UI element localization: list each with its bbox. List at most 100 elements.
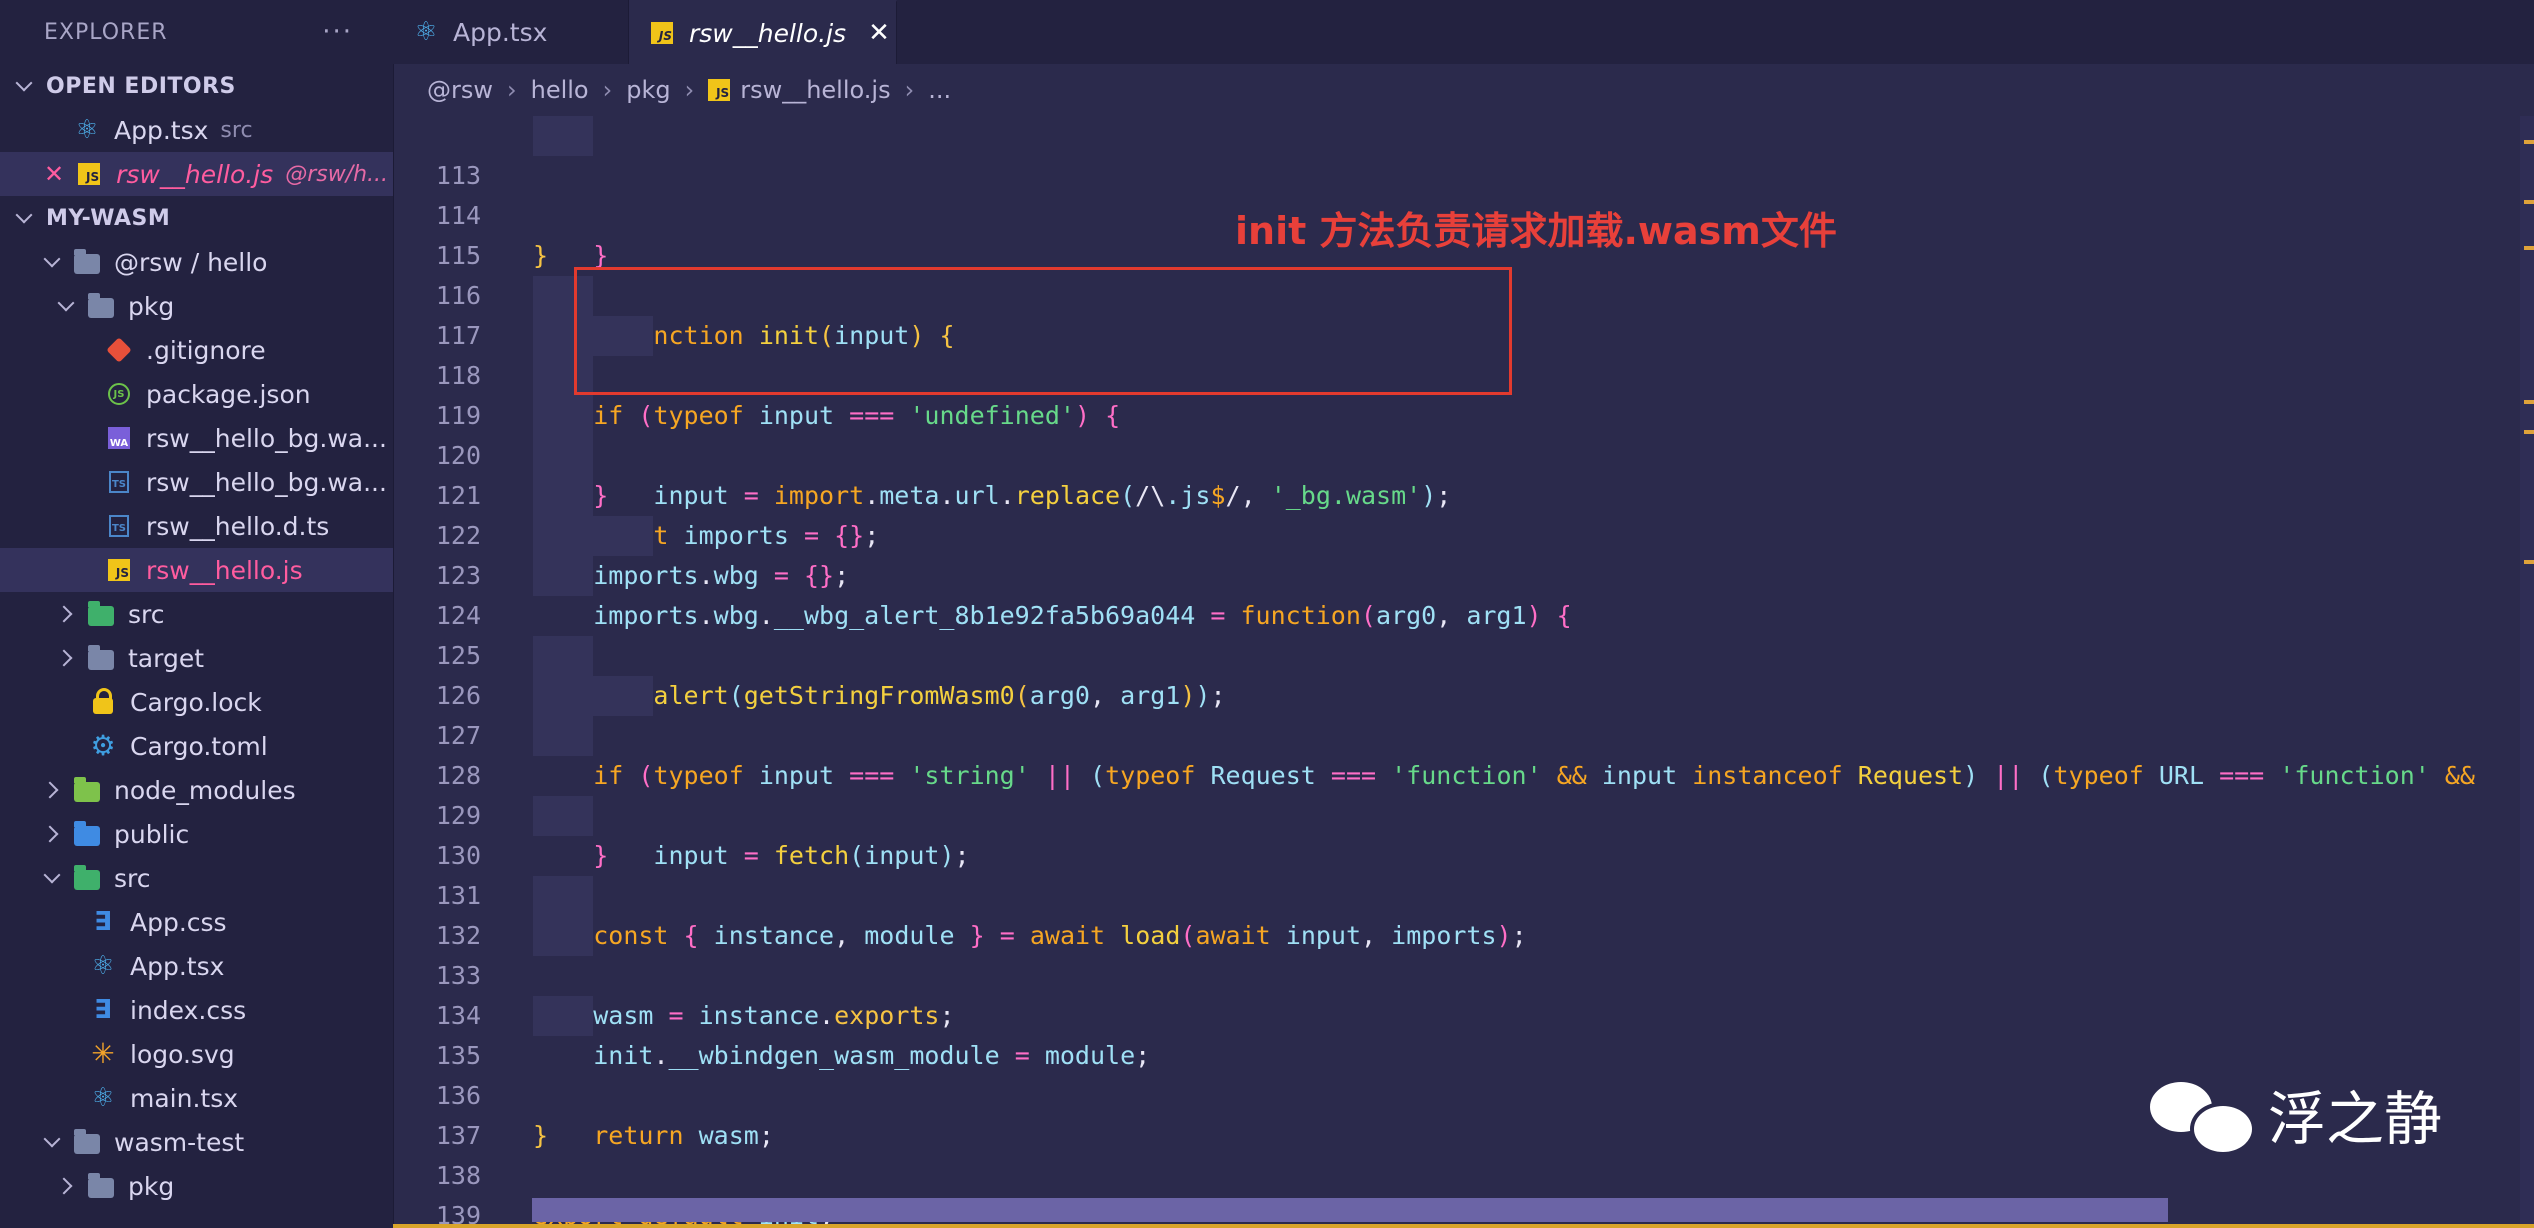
chevron-right-icon: › [507, 76, 517, 104]
ts-file-icon: TS [109, 471, 129, 493]
overview-ruler-mark [2524, 246, 2534, 250]
horizontal-scrollbar[interactable] [532, 1198, 2168, 1222]
overview-ruler-mark [2524, 140, 2534, 144]
folder-icon [74, 248, 100, 274]
tree-file[interactable]: TS rsw__hello.d.ts [0, 504, 393, 548]
code-line: 127 input = fetch(input); [393, 676, 2534, 870]
code-line: 129 [435, 801, 481, 830]
breadcrumb-item[interactable]: rsw__hello.js [740, 76, 890, 104]
code-line: 122 imports.wbg.__wbg_alert_8b1e92fa5b69… [393, 476, 2534, 630]
open-editors-header[interactable]: OPEN EDITORS [0, 64, 393, 108]
tab-close-icon[interactable]: ✕ [868, 18, 890, 48]
ts-file-icon: TS [109, 515, 129, 537]
js-file-icon: JS [651, 22, 673, 44]
react-icon: ⚛ [75, 115, 99, 145]
breadcrumb-item[interactable]: pkg [626, 76, 670, 104]
tree-file-active[interactable]: JS rsw__hello.js [0, 548, 393, 592]
code-line: 123 alert(getStringFromWasm0(arg0, arg1)… [393, 516, 2534, 710]
explorer-header: EXPLORER ··· [0, 0, 393, 64]
chevron-down-icon [56, 296, 76, 316]
folder-icon [88, 292, 114, 318]
vertical-scrollbar[interactable] [2520, 116, 2534, 1224]
code-line: 120 const imports = {}; [393, 396, 2534, 550]
tree-folder[interactable]: node_modules [0, 768, 393, 812]
open-editor-item[interactable]: ⚛ App.tsx src [0, 108, 393, 152]
tree-file[interactable]: ⚛ App.tsx [0, 944, 393, 988]
open-editors-title: OPEN EDITORS [46, 73, 236, 99]
code-line: 128 } [393, 716, 2534, 870]
git-icon [106, 337, 132, 363]
chevron-down-icon [14, 76, 34, 96]
tab-rsw-hello-js[interactable]: JS rsw__hello.js ✕ [629, 0, 897, 64]
tree-file[interactable]: ∃ index.css [0, 988, 393, 1032]
annotation-text: init 方法负责请求加载.wasm文件 [1235, 209, 1837, 253]
chevron-right-icon [42, 780, 62, 800]
node-modules-folder-icon [74, 776, 100, 802]
code-line: 139 [435, 1201, 481, 1228]
react-icon: ⚛ [91, 1083, 115, 1113]
code-line: 126 if (typeof input === 'string' || (ty… [393, 636, 2534, 790]
svg-file-icon: ✳ [91, 1037, 115, 1070]
chevron-right-icon: › [684, 76, 695, 104]
open-editor-item-active[interactable]: ✕ JS rsw__hello.js @rsw/h... [0, 152, 393, 196]
code-line: 125 [435, 641, 481, 670]
chevron-right-icon [56, 1176, 76, 1196]
chevron-down-icon [42, 868, 62, 888]
folder-icon [88, 1172, 114, 1198]
watermark: 浮之静 [2150, 1072, 2442, 1156]
project-title: MY-WASM [46, 205, 171, 231]
overview-ruler-mark [2524, 200, 2534, 204]
tree-file[interactable]: Cargo.lock [0, 680, 393, 724]
chevron-right-icon [56, 604, 76, 624]
code-line: 132 wasm = instance.exports; [393, 876, 2534, 1030]
breadcrumb-item[interactable]: ... [928, 76, 951, 104]
tree-file[interactable]: .gitignore [0, 328, 393, 372]
tree-file[interactable]: TS rsw__hello_bg.wa... [0, 460, 393, 504]
breadcrumb-item[interactable]: hello [531, 76, 589, 104]
chevron-down-icon [42, 1132, 62, 1152]
folder-icon [88, 644, 114, 670]
tree-folder[interactable]: wasm-test [0, 1120, 393, 1164]
more-actions-icon[interactable]: ··· [322, 17, 353, 47]
tree-folder[interactable]: src [0, 856, 393, 900]
react-icon: ⚛ [414, 17, 438, 47]
overview-ruler-mark [2524, 560, 2534, 564]
css-file-icon: ∃ [94, 995, 112, 1025]
code-line: 133 init.__wbindgen_wasm_module = module… [393, 916, 2534, 1070]
tree-file[interactable]: ∃ App.css [0, 900, 393, 944]
src-folder-icon [88, 600, 114, 626]
project-header[interactable]: MY-WASM [0, 196, 393, 240]
code-line: 124 }; [393, 556, 2534, 710]
tab-app-tsx[interactable]: ⚛ App.tsx [393, 0, 629, 64]
tree-folder[interactable]: public [0, 812, 393, 856]
tree-folder[interactable]: @rsw / hello [0, 240, 393, 284]
code-line: 135 return wasm; [393, 996, 2534, 1150]
explorer-title: EXPLORER [44, 19, 168, 45]
js-file-icon: JS [708, 79, 731, 101]
tree-file[interactable]: ⚙ Cargo.toml [0, 724, 393, 768]
json-file-icon: JS [108, 383, 130, 405]
tree-file[interactable]: ⚛ main.tsx [0, 1076, 393, 1120]
tree-file[interactable]: JS package.json [0, 372, 393, 416]
breadcrumb: @rsw › hello › pkg › JS rsw__hello.js › … [393, 64, 2534, 116]
tree-file[interactable]: WA rsw__hello_bg.wa... [0, 416, 393, 460]
tree-folder[interactable]: src [0, 592, 393, 636]
close-icon[interactable]: ✕ [44, 160, 64, 188]
tree-file[interactable]: ✳ logo.svg [0, 1032, 393, 1076]
public-folder-icon [74, 820, 100, 846]
chevron-down-icon [42, 252, 62, 272]
breadcrumb-item[interactable]: @rsw [427, 76, 493, 104]
overview-ruler-mark [2524, 430, 2534, 434]
code-line: 136 } [435, 1081, 549, 1150]
explorer-sidebar: EXPLORER ··· OPEN EDITORS ⚛ App.tsx src … [0, 0, 394, 1228]
lock-icon [93, 688, 113, 714]
chevron-down-icon [14, 208, 34, 228]
folder-icon [74, 1128, 100, 1154]
code-line: 134 [435, 1001, 481, 1030]
code-line: 113 } [393, 116, 2534, 270]
wechat-icon [2150, 1076, 2256, 1156]
chevron-right-icon [42, 824, 62, 844]
tree-folder[interactable]: pkg [0, 284, 393, 328]
tree-folder[interactable]: target [0, 636, 393, 680]
tree-folder[interactable]: pkg [0, 1164, 393, 1208]
